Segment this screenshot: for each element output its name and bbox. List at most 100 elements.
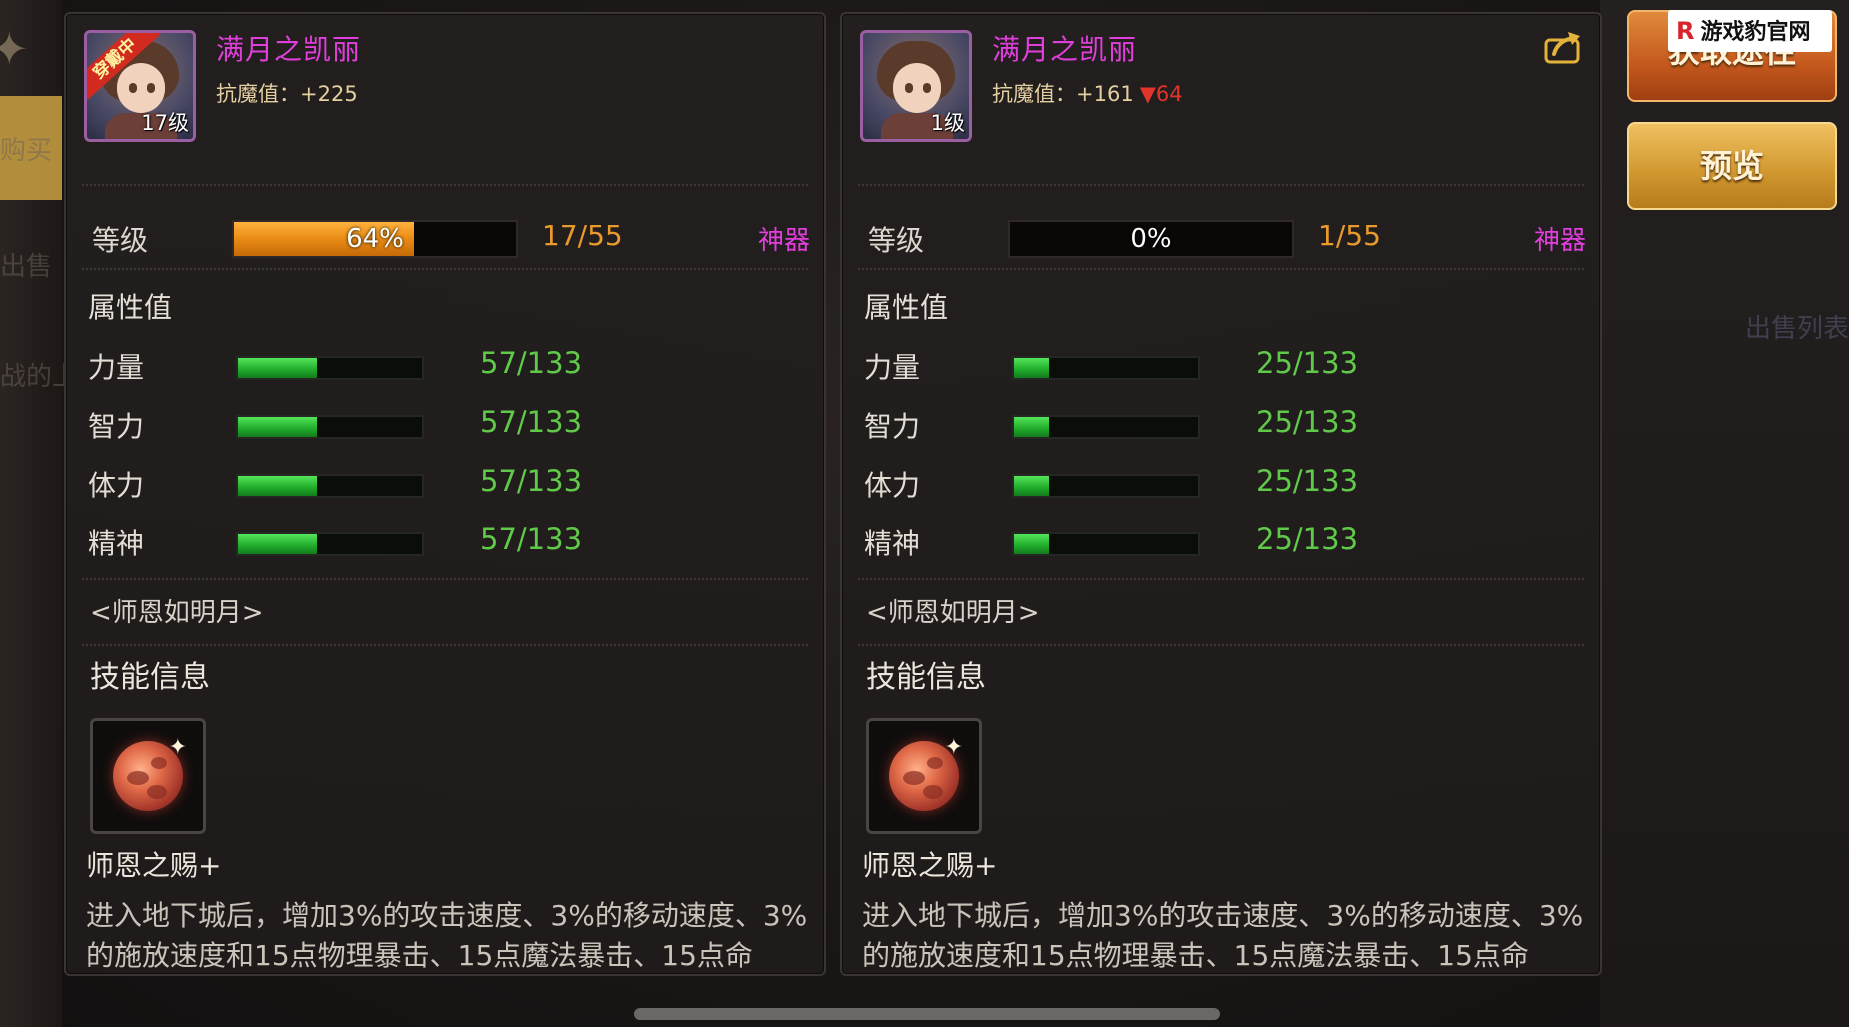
stat-row-strength: 力量 57/133 <box>88 346 768 386</box>
stat-fill <box>238 476 317 496</box>
stat-row-spirit: 精神 25/133 <box>864 522 1544 562</box>
horizontal-scrollbar[interactable] <box>634 1008 1220 1020</box>
resistance-label: 抗魔值： <box>992 82 1076 106</box>
level-percent: 64% <box>346 224 404 254</box>
background-left-strip: ✦ 购买 出售 战的上 <box>0 0 78 1027</box>
stat-fill <box>1014 417 1049 437</box>
skill-icon-frame[interactable]: ✦ <box>90 718 206 834</box>
sparkle-icon: ✦ <box>944 735 963 760</box>
divider <box>858 578 1584 580</box>
level-count: 1/55 <box>1318 219 1381 252</box>
stat-bar <box>1012 474 1200 498</box>
divider <box>858 184 1584 186</box>
skill-name: 师恩之赐+ <box>86 849 222 882</box>
stat-bar <box>236 474 424 498</box>
stat-value: 25/133 <box>1256 464 1359 498</box>
stat-bar <box>1012 356 1200 380</box>
portrait-eye <box>129 83 137 93</box>
stat-row-strength: 力量 25/133 <box>864 346 1544 386</box>
stat-fill <box>238 534 317 554</box>
divider <box>82 644 808 646</box>
stat-name: 智力 <box>88 410 145 443</box>
set-name: <师恩如明月> <box>90 598 264 628</box>
divider <box>82 184 808 186</box>
background-ghost-text: 出售 <box>0 252 53 282</box>
divider <box>858 268 1584 270</box>
stat-value: 25/133 <box>1256 405 1359 439</box>
level-progress-bar: 64% <box>232 220 518 258</box>
hero-portrait[interactable]: 穿戴中 17级 <box>84 30 196 142</box>
stat-row-vitality: 体力 57/133 <box>88 464 768 504</box>
attributes-title: 属性值 <box>88 291 173 324</box>
background-ghost-text: 出售列表 <box>1745 314 1849 344</box>
stat-bar <box>236 532 424 556</box>
watermark-logo: R <box>1676 17 1695 45</box>
stat-name: 体力 <box>864 469 921 502</box>
set-name: <师恩如明月> <box>866 598 1040 628</box>
hero-portrait[interactable]: 1级 <box>860 30 972 142</box>
skill-info-title: 技能信息 <box>90 660 210 695</box>
stat-row-spirit: 精神 57/133 <box>88 522 768 562</box>
stat-value: 25/133 <box>1256 522 1359 556</box>
level-progress-bar: 0% <box>1008 220 1294 258</box>
stat-value: 57/133 <box>480 405 583 439</box>
attributes-title: 属性值 <box>864 291 949 324</box>
stat-bar <box>236 356 424 380</box>
rarity-tag: 神器 <box>1533 226 1586 256</box>
portrait-eye <box>147 83 155 93</box>
resistance-line: 抗魔值：+225 <box>216 78 364 108</box>
stat-row-intelligence: 智力 57/133 <box>88 405 768 445</box>
stat-name: 力量 <box>88 351 145 384</box>
stat-name: 智力 <box>864 410 921 443</box>
stat-fill <box>1014 476 1049 496</box>
stat-name: 力量 <box>864 351 921 384</box>
skill-description: 进入地下城后，增加3%的攻击速度、3%的移动速度、3%的施放速度和15点物理暴击… <box>862 899 1584 972</box>
preview-button[interactable]: 预览 <box>1627 122 1837 210</box>
equipped-item-panel: 穿戴中 17级 满月之凯丽 抗魔值：+225 等级 64% 17/55 神器 属… <box>64 12 826 976</box>
level-label: 等级 <box>92 224 149 257</box>
stat-row-vitality: 体力 25/133 <box>864 464 1544 504</box>
star-icon: ✦ <box>0 22 29 76</box>
rarity-tag: 神器 <box>757 226 810 256</box>
resistance-line: 抗魔值：+161 ▼64 <box>992 78 1183 108</box>
stat-value: 25/133 <box>1256 346 1359 380</box>
skill-description: 进入地下城后，增加3%的攻击速度、3%的移动速度、3%的施放速度和15点物理暴击… <box>86 899 808 972</box>
portrait-level: 1级 <box>930 111 965 135</box>
stat-name: 体力 <box>88 469 145 502</box>
hero-name: 满月之凯丽 <box>216 33 362 66</box>
watermark: R 游戏豹官网 <box>1668 10 1832 52</box>
stat-fill <box>238 417 317 437</box>
stat-value: 57/133 <box>480 346 583 380</box>
level-label: 等级 <box>868 224 925 257</box>
level-count: 17/55 <box>542 219 623 252</box>
stat-name: 精神 <box>864 527 921 560</box>
resistance-value: +225 <box>300 82 358 106</box>
divider <box>82 578 808 580</box>
divider <box>82 268 808 270</box>
background-ghost-text: 购买 <box>0 136 53 166</box>
share-arrow-icon[interactable] <box>1544 30 1584 64</box>
stat-value: 57/133 <box>480 522 583 556</box>
stat-bar <box>236 415 424 439</box>
resistance-value: +161 <box>1076 82 1134 106</box>
hero-name: 满月之凯丽 <box>992 33 1138 66</box>
stat-fill <box>1014 534 1049 554</box>
portrait-level: 17级 <box>141 111 189 135</box>
stat-value: 57/133 <box>480 464 583 498</box>
stat-name: 精神 <box>88 527 145 560</box>
skill-icon-frame[interactable]: ✦ <box>866 718 982 834</box>
stat-row-intelligence: 智力 25/133 <box>864 405 1544 445</box>
watermark-text: 游戏豹官网 <box>1700 20 1811 45</box>
stat-bar <box>1012 532 1200 556</box>
sparkle-icon: ✦ <box>168 735 187 760</box>
stat-fill <box>238 358 317 378</box>
compare-item-panel: 1级 满月之凯丽 抗魔值：+161 ▼64 等级 0% 1/55 神器 属性值 力… <box>840 12 1602 976</box>
resistance-down: ▼64 <box>1139 82 1183 106</box>
portrait-eye <box>905 83 913 93</box>
level-percent: 0% <box>1130 224 1172 254</box>
stat-fill <box>1014 358 1049 378</box>
skill-name: 师恩之赐+ <box>862 849 998 882</box>
portrait-face <box>893 63 941 113</box>
stat-bar <box>1012 415 1200 439</box>
divider <box>858 644 1584 646</box>
